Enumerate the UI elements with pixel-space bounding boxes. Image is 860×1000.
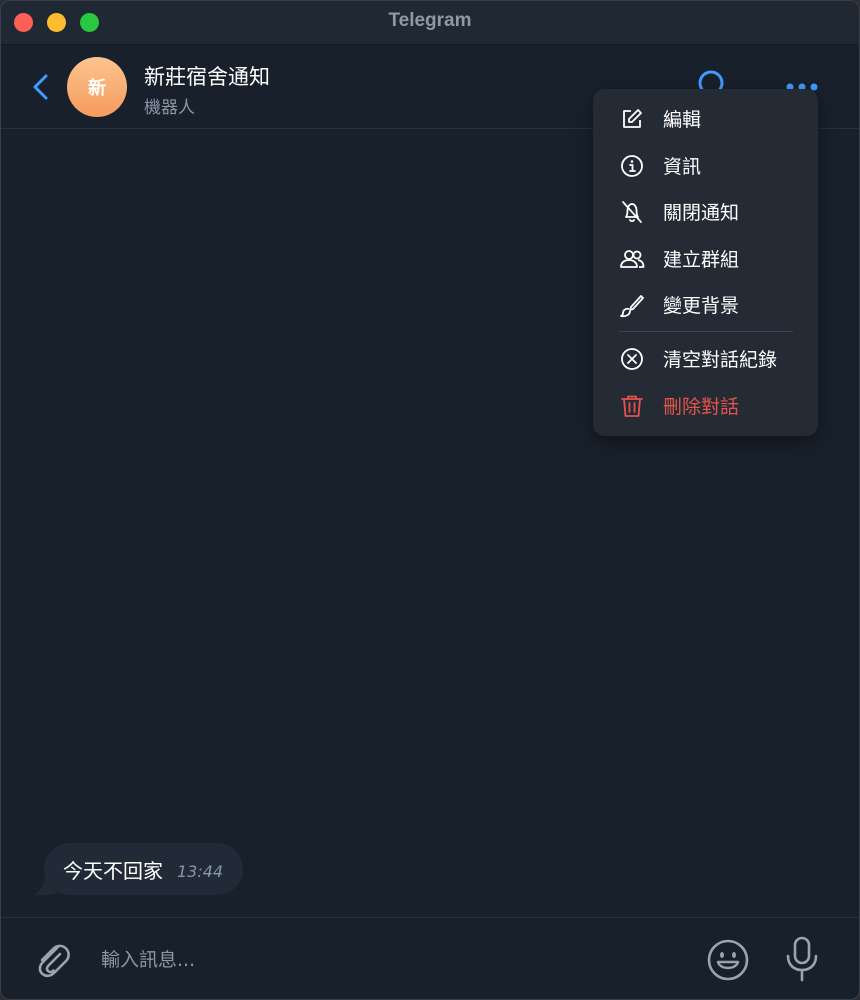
message-bubble[interactable]: 今天不回家 13:44 [44,843,244,895]
microphone-icon [786,936,818,982]
back-button[interactable] [27,71,55,103]
edit-icon [623,109,642,128]
message-input[interactable] [97,940,677,980]
message-text: 今天不回家 [63,858,163,883]
title-bar: Telegram [1,1,859,45]
info-icon [621,155,643,177]
menu-item-mute[interactable]: 關閉通知 [593,190,818,234]
menu-item-label: 關閉通知 [663,202,740,224]
chat-avatar[interactable]: 新 [67,57,127,117]
smiley-icon [707,939,749,981]
message-composer [1,917,859,999]
menu-item-label: 資訊 [663,156,702,178]
chevron-left-icon [33,74,48,100]
menu-divider [619,331,793,332]
menu-item-label: 變更背景 [663,295,740,317]
circle-x-icon [621,348,643,370]
menu-item-create-group[interactable]: 建立群組 [593,237,818,281]
emoji-button[interactable] [706,938,750,982]
menu-item-info[interactable]: 資訊 [593,144,818,188]
menu-item-label: 建立群組 [663,249,740,271]
chat-status: 機器人 [144,98,195,118]
menu-item-change-background[interactable]: 變更背景 [593,283,818,327]
message-time: 13:44 [177,861,224,881]
menu-item-label: 刪除對話 [663,396,740,418]
menu-item-label: 編輯 [663,109,702,131]
menu-item-label: 清空對話紀錄 [663,349,778,371]
menu-item-delete-chat[interactable]: 刪除對話 [593,384,818,428]
users-icon [620,250,645,268]
trash-icon [621,395,643,417]
telegram-window: Telegram 新 新莊宿舍通知 機器人 今天不回家 13:44 輸入訊息..… [0,0,860,1000]
chat-options-menu: 編輯 資訊 關閉通知 建立群組 變更背景 清空對話紀錄 刪除對話 [593,89,818,436]
brush-icon [620,295,644,318]
window-title: Telegram [388,10,472,31]
paperclip-icon [38,944,70,978]
menu-item-clear-history[interactable]: 清空對話紀錄 [593,337,818,381]
bell-off-icon [622,201,642,223]
voice-message-button[interactable] [783,935,821,983]
menu-item-edit[interactable]: 編輯 [593,97,818,141]
chat-name[interactable]: 新莊宿舍通知 [144,61,270,91]
attach-button[interactable] [31,938,73,980]
